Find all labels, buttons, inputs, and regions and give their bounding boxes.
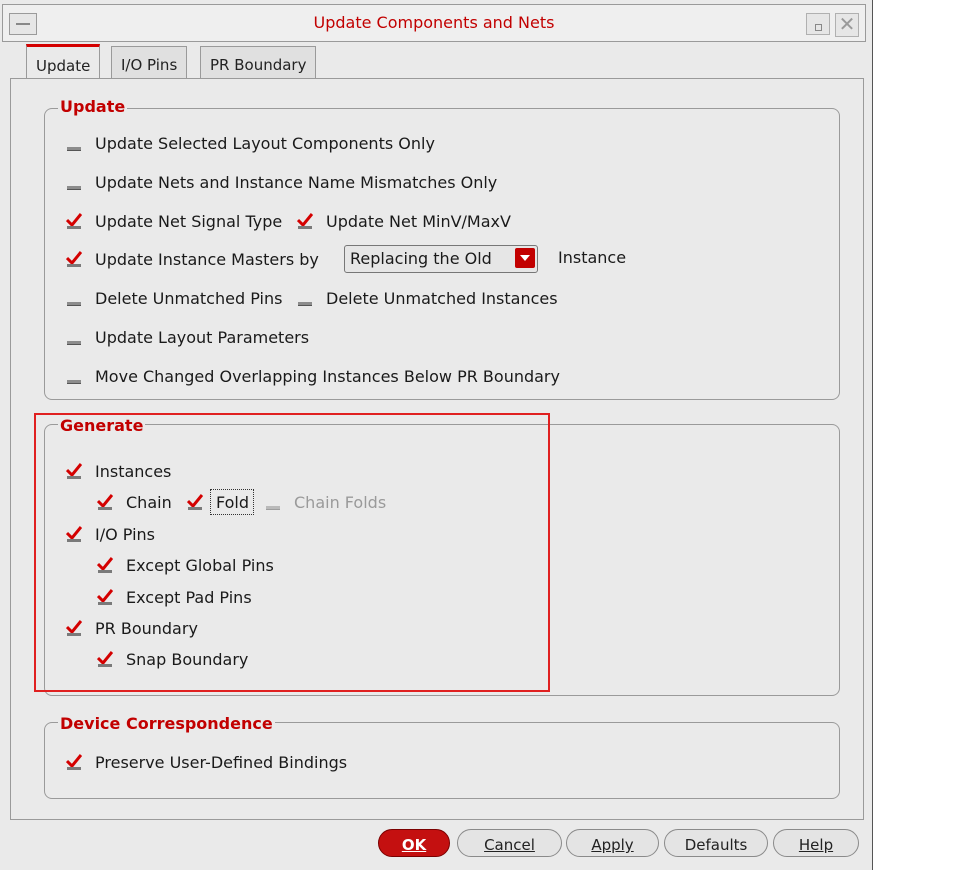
checkbox-unchecked-icon[interactable] <box>67 331 81 345</box>
checkbox-label: Update Net MinV/MaxV <box>326 212 511 231</box>
device-correspondence-legend: Device Correspondence <box>58 714 275 733</box>
title-bar[interactable]: Update Components and Nets ✕ <box>2 4 866 42</box>
dialog-window: Update Components and Nets ✕ Update I/O … <box>0 0 873 870</box>
checkbox-label: Delete Unmatched Pins <box>95 289 283 308</box>
instance-suffix-label: Instance <box>558 248 627 267</box>
minimize-icon[interactable] <box>806 13 830 35</box>
tab-io-pins[interactable]: I/O Pins <box>111 46 188 79</box>
checkbox-unchecked-icon[interactable] <box>298 292 312 306</box>
instance-masters-dropdown[interactable]: Replacing the Old <box>344 245 538 273</box>
help-button[interactable]: Help <box>773 829 859 857</box>
checkmark-icon[interactable] <box>66 213 82 229</box>
checkbox-unchecked-icon[interactable] <box>67 176 81 190</box>
checkbox-label: Preserve User-Defined Bindings <box>95 753 348 772</box>
checkbox-unchecked-icon[interactable] <box>67 370 81 384</box>
ok-button[interactable]: OK <box>378 829 450 857</box>
defaults-button[interactable]: Defaults <box>664 829 768 857</box>
window-title: Update Components and Nets <box>313 13 555 32</box>
checkbox-label: Update Layout Parameters <box>95 328 310 347</box>
checkmark-icon[interactable] <box>66 754 82 770</box>
tab-update[interactable]: Update <box>26 44 101 79</box>
checkbox-label: Update Net Signal Type <box>95 212 283 231</box>
checkbox-unchecked-icon[interactable] <box>67 292 81 306</box>
ok-button-label: OK <box>401 836 427 854</box>
checkbox-label: Update Instance Masters by <box>95 250 319 269</box>
checkbox-unchecked-icon[interactable] <box>67 137 81 151</box>
help-button-label: Help <box>798 836 834 854</box>
checkbox-label: Move Changed Overlapping Instances Below… <box>95 367 560 386</box>
checkbox-label: Update Selected Layout Components Only <box>95 134 435 153</box>
cancel-button-label: Cancel <box>484 836 535 854</box>
chevron-down-icon[interactable] <box>515 248 535 268</box>
defaults-button-label: Defaults <box>684 836 748 854</box>
checkbox-label: Delete Unmatched Instances <box>326 289 558 308</box>
apply-button-label: Apply <box>591 836 634 854</box>
cancel-button[interactable]: Cancel <box>457 829 562 857</box>
checkbox-label: Update Nets and Instance Name Mismatches… <box>95 173 498 192</box>
checkmark-icon[interactable] <box>66 251 82 267</box>
tab-pr-boundary[interactable]: PR Boundary <box>200 46 317 79</box>
apply-button[interactable]: Apply <box>566 829 659 857</box>
update-group-legend: Update <box>58 97 128 116</box>
dropdown-value: Replacing the Old <box>350 249 492 268</box>
checkmark-icon[interactable] <box>297 213 313 229</box>
highlight-annotation-box <box>34 413 550 692</box>
close-icon[interactable]: ✕ <box>835 13 859 37</box>
